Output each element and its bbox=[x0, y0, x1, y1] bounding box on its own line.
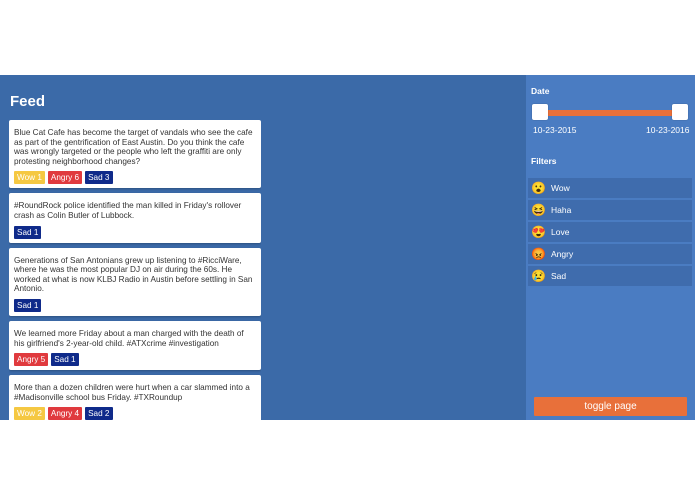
feed-card[interactable]: More than a dozen children were hurt whe… bbox=[9, 375, 261, 420]
filter-angry[interactable]: 😡 Angry bbox=[528, 244, 692, 264]
reaction-tags: Angry 5 Sad 1 bbox=[14, 353, 256, 367]
sad-tag[interactable]: Sad 1 bbox=[14, 225, 42, 239]
post-text: Generations of San Antonians grew up lis… bbox=[14, 255, 253, 294]
filter-list: 😮 Wow 😆 Haha 😍 Love 😡 Angry 😢 Sad bbox=[528, 178, 692, 288]
post-text: Blue Cat Cafe has become the target of v… bbox=[14, 128, 253, 166]
reaction-tags: Sad 1 bbox=[14, 225, 256, 239]
filter-haha[interactable]: 😆 Haha bbox=[528, 200, 692, 220]
slider-end-handle[interactable] bbox=[672, 104, 688, 120]
date-range-slider[interactable] bbox=[540, 110, 680, 116]
filters-label: Filters bbox=[531, 156, 557, 166]
sad-tag[interactable]: Sad 2 bbox=[85, 407, 113, 420]
reaction-tags: Wow 2 Angry 4 Sad 2 bbox=[14, 407, 256, 420]
post-text: #RoundRock police identified the man kil… bbox=[14, 201, 242, 220]
reaction-tags: Sad 1 bbox=[14, 298, 256, 312]
filter-wow[interactable]: 😮 Wow bbox=[528, 178, 692, 198]
sidebar: Date 10-23-2015 10-23-2016 Filters 😮 Wow… bbox=[526, 75, 695, 420]
app-container: Feed Blue Cat Cafe has become the target… bbox=[0, 75, 695, 420]
feed-card[interactable]: #RoundRock police identified the man kil… bbox=[9, 193, 261, 243]
sad-tag[interactable]: Sad 1 bbox=[14, 298, 42, 312]
date-label: Date bbox=[531, 86, 550, 96]
haha-emoji-icon: 😆 bbox=[531, 203, 546, 217]
post-text: We learned more Friday about a man charg… bbox=[14, 328, 244, 348]
feed-card[interactable]: Generations of San Antonians grew up lis… bbox=[9, 247, 261, 316]
angry-tag[interactable]: Angry 4 bbox=[47, 407, 83, 420]
date-end-value: 10-23-2016 bbox=[646, 125, 690, 135]
filter-label: Haha bbox=[551, 205, 572, 215]
reaction-tags: Wow 1 Angry 6 Sad 3 bbox=[14, 171, 256, 185]
post-text: More than a dozen children were hurt whe… bbox=[14, 383, 250, 402]
sad-tag[interactable]: Sad 3 bbox=[85, 171, 113, 185]
feed-title: Feed bbox=[10, 93, 46, 110]
feed-card[interactable]: We learned more Friday about a man charg… bbox=[9, 320, 261, 371]
love-emoji-icon: 😍 bbox=[531, 225, 546, 239]
feed-card[interactable]: Blue Cat Cafe has become the target of v… bbox=[9, 120, 261, 189]
filter-label: Angry bbox=[551, 249, 574, 259]
toggle-page-button[interactable]: toggle page bbox=[534, 397, 687, 416]
filter-label: Sad bbox=[551, 271, 567, 281]
filter-label: Wow bbox=[551, 183, 570, 193]
filter-love[interactable]: 😍 Love bbox=[528, 222, 692, 242]
feed-list[interactable]: Blue Cat Cafe has become the target of v… bbox=[9, 120, 261, 420]
wow-tag[interactable]: Wow 2 bbox=[14, 407, 45, 420]
angry-tag[interactable]: Angry 5 bbox=[14, 353, 49, 367]
slider-start-handle[interactable] bbox=[532, 104, 548, 120]
filter-sad[interactable]: 😢 Sad bbox=[528, 266, 692, 286]
angry-tag[interactable]: Angry 6 bbox=[47, 171, 83, 185]
sad-emoji-icon: 😢 bbox=[531, 269, 546, 283]
wow-tag[interactable]: Wow 1 bbox=[14, 171, 45, 185]
sad-tag[interactable]: Sad 1 bbox=[51, 353, 79, 367]
filter-label: Love bbox=[551, 227, 570, 237]
wow-emoji-icon: 😮 bbox=[531, 181, 546, 195]
date-start-value: 10-23-2015 bbox=[533, 125, 577, 135]
angry-emoji-icon: 😡 bbox=[531, 247, 546, 261]
